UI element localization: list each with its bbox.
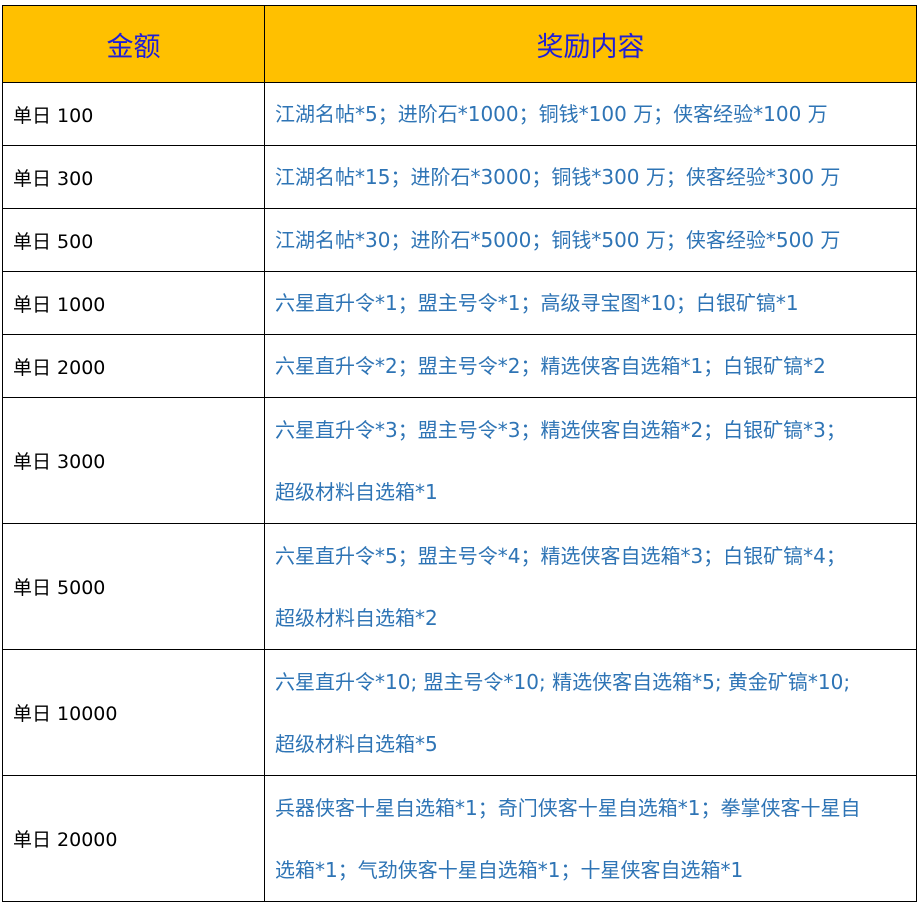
reward-text: 六星直升令*1；盟主号令*1；高级寻宝图*10；白银矿镐*1 (275, 291, 799, 315)
amount-cell: 单日 500 (2, 208, 265, 272)
reward-cell: 六星直升令*5；盟主号令*4；精选侠客自选箱*3；白银矿镐*4； 超级材料自选箱… (264, 523, 917, 650)
reward-text-line-2: 超级材料自选箱*2 (275, 605, 438, 630)
reward-cell: 兵器侠客十星自选箱*1；奇门侠客十星自选箱*1；拳掌侠客十星自 选箱*1；气劲侠… (264, 775, 917, 902)
amount-cell: 单日 100 (2, 82, 265, 146)
reward-text: 江湖名帖*15；进阶石*3000；铜钱*300 万；侠客经验*300 万 (275, 165, 841, 189)
reward-cell: 江湖名帖*30；进阶石*5000；铜钱*500 万；侠客经验*500 万 (264, 208, 917, 272)
table-row: 单日 1000 六星直升令*1；盟主号令*1；高级寻宝图*10；白银矿镐*1 (2, 271, 917, 335)
reward-table: 金额 奖励内容 单日 100 江湖名帖*5；进阶石*1000；铜钱*100 万；… (2, 5, 917, 902)
header-amount: 金额 (2, 5, 265, 83)
table-row: 单日 20000 兵器侠客十星自选箱*1；奇门侠客十星自选箱*1；拳掌侠客十星自… (2, 775, 917, 902)
header-reward: 奖励内容 (264, 5, 917, 83)
amount-cell: 单日 20000 (2, 775, 265, 902)
reward-cell: 六星直升令*1；盟主号令*1；高级寻宝图*10；白银矿镐*1 (264, 271, 917, 335)
amount-cell: 单日 3000 (2, 397, 265, 524)
table-row: 单日 3000 六星直升令*3；盟主号令*3；精选侠客自选箱*2；白银矿镐*3；… (2, 397, 917, 524)
header-row: 金额 奖励内容 (2, 5, 917, 83)
reward-text-line-1: 六星直升令*5；盟主号令*4；精选侠客自选箱*3；白银矿镐*4； (275, 543, 846, 568)
table-row: 单日 10000 六星直升令*10; 盟主号令*10; 精选侠客自选箱*5; 黄… (2, 649, 917, 776)
table-row: 单日 5000 六星直升令*5；盟主号令*4；精选侠客自选箱*3；白银矿镐*4；… (2, 523, 917, 650)
table-row: 单日 2000 六星直升令*2；盟主号令*2；精选侠客自选箱*1；白银矿镐*2 (2, 334, 917, 398)
reward-text-line-1: 六星直升令*10; 盟主号令*10; 精选侠客自选箱*5; 黄金矿镐*10; (275, 669, 851, 694)
reward-cell: 六星直升令*3；盟主号令*3；精选侠客自选箱*2；白银矿镐*3； 超级材料自选箱… (264, 397, 917, 524)
reward-text: 江湖名帖*30；进阶石*5000；铜钱*500 万；侠客经验*500 万 (275, 228, 841, 252)
reward-text-line-1: 六星直升令*3；盟主号令*3；精选侠客自选箱*2；白银矿镐*3； (275, 417, 846, 442)
reward-cell: 江湖名帖*15；进阶石*3000；铜钱*300 万；侠客经验*300 万 (264, 145, 917, 209)
table-row: 单日 100 江湖名帖*5；进阶石*1000；铜钱*100 万；侠客经验*100… (2, 82, 917, 146)
reward-text-line-2: 超级材料自选箱*1 (275, 479, 438, 504)
amount-cell: 单日 10000 (2, 649, 265, 776)
table-body: 单日 100 江湖名帖*5；进阶石*1000；铜钱*100 万；侠客经验*100… (2, 82, 917, 902)
table-row: 单日 500 江湖名帖*30；进阶石*5000；铜钱*500 万；侠客经验*50… (2, 208, 917, 272)
table-header: 金额 奖励内容 (2, 5, 917, 83)
reward-cell: 六星直升令*10; 盟主号令*10; 精选侠客自选箱*5; 黄金矿镐*10; 超… (264, 649, 917, 776)
amount-cell: 单日 300 (2, 145, 265, 209)
table-row: 单日 300 江湖名帖*15；进阶石*3000；铜钱*300 万；侠客经验*30… (2, 145, 917, 209)
reward-text-line-2: 选箱*1；气劲侠客十星自选箱*1；十星侠客自选箱*1 (275, 857, 744, 882)
reward-text-line-2: 超级材料自选箱*5 (275, 731, 438, 756)
reward-text: 江湖名帖*5；进阶石*1000；铜钱*100 万；侠客经验*100 万 (275, 102, 828, 126)
reward-text: 六星直升令*2；盟主号令*2；精选侠客自选箱*1；白银矿镐*2 (275, 354, 826, 378)
reward-text-line-1: 兵器侠客十星自选箱*1；奇门侠客十星自选箱*1；拳掌侠客十星自 (275, 795, 861, 820)
reward-cell: 江湖名帖*5；进阶石*1000；铜钱*100 万；侠客经验*100 万 (264, 82, 917, 146)
amount-cell: 单日 2000 (2, 334, 265, 398)
amount-cell: 单日 5000 (2, 523, 265, 650)
amount-cell: 单日 1000 (2, 271, 265, 335)
reward-cell: 六星直升令*2；盟主号令*2；精选侠客自选箱*1；白银矿镐*2 (264, 334, 917, 398)
